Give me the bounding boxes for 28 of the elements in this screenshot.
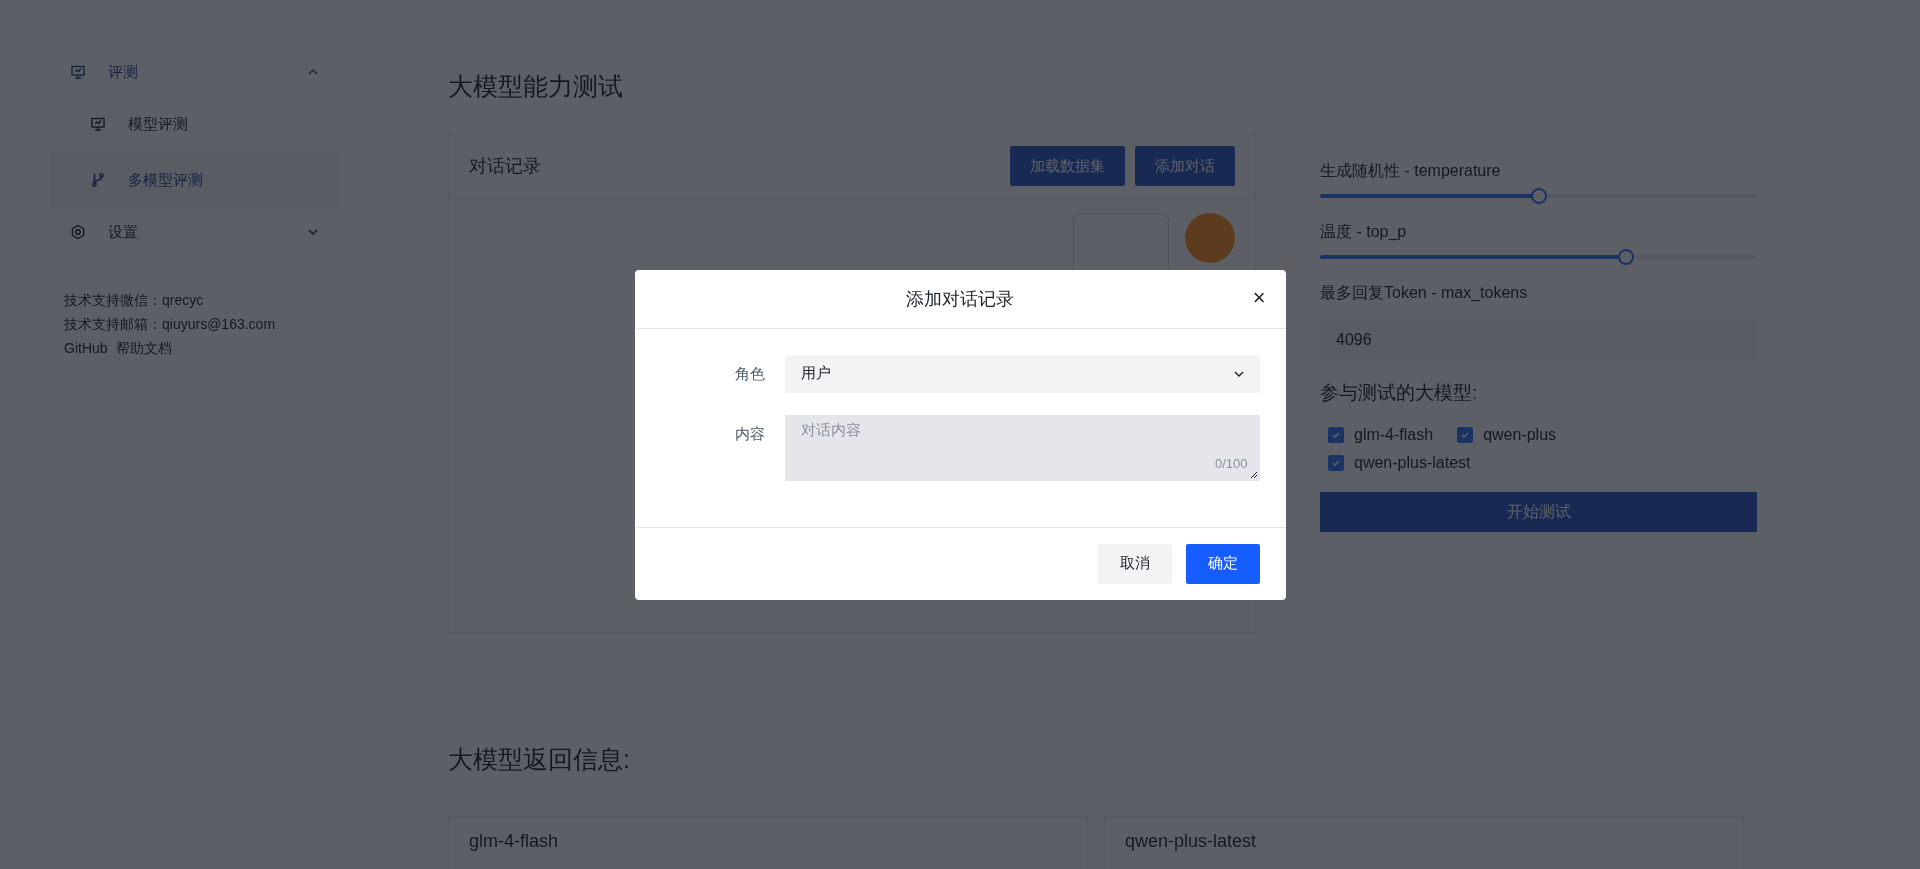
cancel-button[interactable]: 取消 [1097,543,1172,584]
menu-item[interactable]: 评测 [50,48,340,96]
menu-item[interactable]: 设置 [50,208,340,256]
footer-link[interactable]: GitHub [64,336,108,360]
checkbox-label: qwen-plus-latest [1354,454,1471,472]
submenu-item[interactable]: 模型评测 [50,96,340,152]
role-select[interactable]: 用户 [784,354,1260,393]
field-label: 角色 [733,363,765,384]
footer-link[interactable]: 帮助文档 [115,336,172,360]
card-title: 对话记录 [469,155,541,178]
slider-label: 温度 - top_p [1320,222,1408,242]
slider-label: 生成随机性 - temperature [1320,161,1502,181]
char-counter: 0/100 [1214,455,1248,471]
checkbox-label: glm-4-flash [1354,426,1434,444]
resize-handle-icon[interactable] [1249,470,1258,479]
support-text: 技术支持邮箱：qiuyurs@163.com [64,315,277,334]
dialog-title: 添加对话记录 [906,287,1014,311]
field-label: 内容 [733,423,765,444]
support-text: 技术支持微信：qrecyc [64,291,205,310]
checkbox-label: qwen-plus [1483,426,1557,444]
field-label: 最多回复Token - max_tokens [1320,283,1529,303]
card-title: glm-4-flash [469,831,559,851]
page-title: 大模型能力测试 [448,71,624,102]
section-title: 大模型返回信息: [448,744,631,775]
close-button[interactable]: × [1248,284,1270,311]
section-label: 参与测试的大模型: [1320,381,1479,405]
confirm-button[interactable]: 确定 [1185,543,1260,584]
card-title: qwen-plus-latest [1125,831,1257,851]
